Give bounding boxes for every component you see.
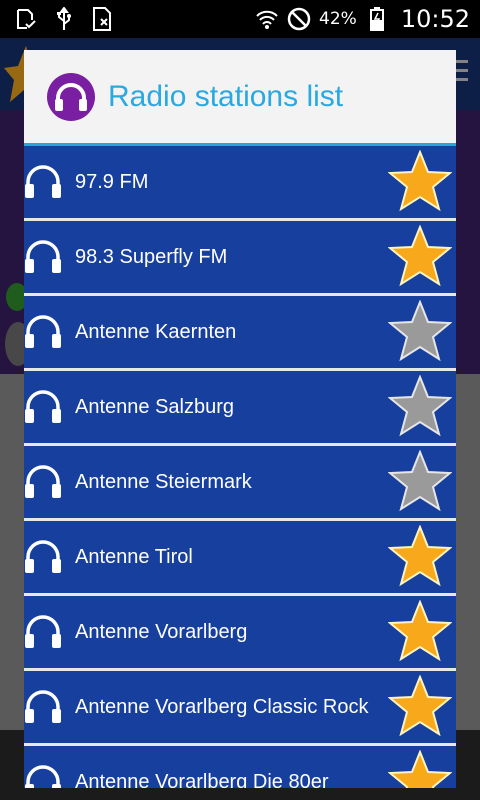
- station-name: Antenne Steiermark: [75, 470, 252, 493]
- favorite-star-icon[interactable]: [388, 150, 452, 212]
- clock: 10:52: [400, 5, 470, 33]
- station-name: 98.3 Superfly FM: [75, 245, 228, 268]
- battery-percent: 42%: [319, 9, 357, 29]
- favorite-star-icon[interactable]: [388, 225, 452, 287]
- do-not-disturb-icon: [287, 7, 311, 31]
- station-row[interactable]: Antenne Tirol: [24, 521, 456, 596]
- station-name: Antenne Kaernten: [75, 320, 237, 343]
- station-row[interactable]: Antenne Steiermark: [24, 446, 456, 521]
- battery-charging-icon: [365, 7, 389, 31]
- headphones-icon: [25, 315, 61, 348]
- status-bar: 42% 10:52: [0, 0, 480, 38]
- station-row[interactable]: Antenne Vorarlberg Classic Rock: [24, 671, 456, 746]
- station-name: Antenne Vorarlberg Classic Rock: [75, 695, 369, 718]
- headphones-icon: [25, 540, 61, 573]
- dialog-title: Radio stations list: [108, 79, 344, 113]
- usb-icon: [52, 7, 76, 31]
- station-row[interactable]: Antenne Vorarlberg Die 80er: [24, 746, 456, 788]
- unfavorite-star-icon[interactable]: [388, 450, 452, 512]
- sim-card-icon: [90, 7, 114, 31]
- favorite-star-icon[interactable]: [388, 525, 452, 587]
- wifi-icon: [255, 7, 279, 31]
- headphones-icon: [25, 690, 61, 723]
- favorite-star-icon[interactable]: [388, 750, 452, 788]
- unfavorite-star-icon[interactable]: [388, 300, 452, 362]
- station-row[interactable]: Antenne Salzburg: [24, 371, 456, 446]
- station-name: Antenne Vorarlberg Die 80er: [75, 770, 329, 789]
- station-row[interactable]: Antenne Vorarlberg: [24, 596, 456, 671]
- headphones-logo-icon: [47, 72, 95, 121]
- headphones-icon: [25, 390, 61, 423]
- dialog-header: Radio stations list: [24, 50, 456, 146]
- station-name: Antenne Vorarlberg: [75, 620, 248, 643]
- station-name: Antenne Tirol: [75, 545, 193, 568]
- headphones-icon: [25, 165, 61, 198]
- station-name: Antenne Salzburg: [75, 395, 235, 418]
- radio-stations-dialog: Radio stations list 97.9 FM 98.3 Superfl…: [24, 50, 456, 788]
- headphones-icon: [25, 240, 61, 273]
- favorite-star-icon[interactable]: [388, 600, 452, 662]
- favorite-star-icon[interactable]: [388, 675, 452, 737]
- station-name: 97.9 FM: [75, 170, 149, 193]
- station-list[interactable]: 97.9 FM 98.3 Superfly FM Antenne Kaernte…: [24, 146, 456, 788]
- headphones-icon: [25, 765, 61, 788]
- download-done-icon: [14, 7, 38, 31]
- station-row[interactable]: 98.3 Superfly FM: [24, 221, 456, 296]
- headphones-icon: [25, 465, 61, 498]
- unfavorite-star-icon[interactable]: [388, 375, 452, 437]
- headphones-icon: [25, 615, 61, 648]
- station-row[interactable]: 97.9 FM: [24, 146, 456, 221]
- station-row[interactable]: Antenne Kaernten: [24, 296, 456, 371]
